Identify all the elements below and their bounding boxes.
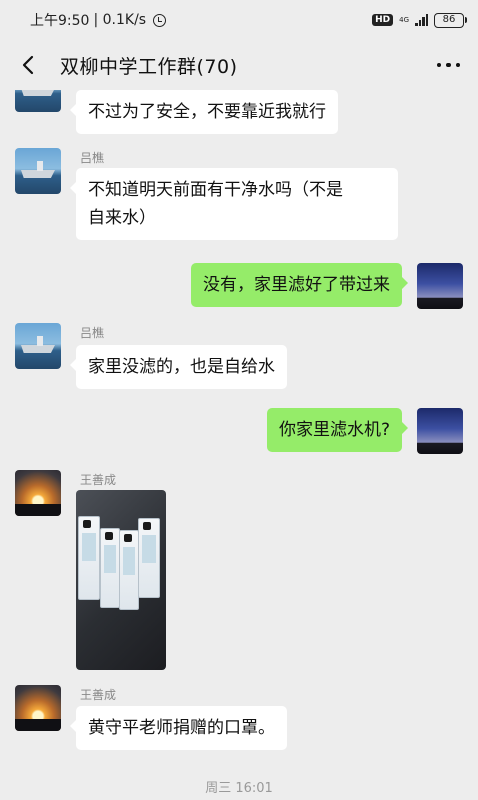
avatar[interactable]	[417, 408, 463, 454]
avatar[interactable]	[417, 263, 463, 309]
sender-name: 王善成	[80, 688, 117, 702]
sender-name: 吕樵	[80, 151, 105, 165]
avatar[interactable]	[15, 470, 61, 516]
battery-icon: 86	[434, 12, 467, 28]
timestamp-label: 周三 16:01	[205, 781, 273, 796]
mask-package-image	[138, 518, 160, 598]
avatar[interactable]	[15, 685, 61, 731]
signal-icon	[415, 14, 428, 26]
network-type: 4G	[399, 15, 409, 24]
network-speed: | 0.1K/s	[93, 12, 147, 28]
message-bubble[interactable]: 家里没滤的，也是自给水	[70, 345, 287, 389]
avatar[interactable]	[15, 90, 61, 112]
status-bar: 上午9:50 | 0.1K/s HD 4G 86	[0, 0, 478, 40]
avatar[interactable]	[15, 323, 61, 369]
message-line: 不知道明天前面有干净水吗（不是	[88, 180, 343, 200]
message-bubble[interactable]: 不过为了安全，不要靠近我就行	[70, 90, 338, 134]
message-bubble[interactable]: 黄守平老师捐赠的口罩。	[70, 706, 287, 750]
chat-header: 双柳中学工作群(70)	[0, 40, 478, 90]
mask-package-image	[119, 530, 139, 610]
message-bubble[interactable]: 没有，家里滤好了带过来	[191, 263, 408, 307]
image-message[interactable]	[76, 490, 166, 670]
chat-message-list[interactable]: 不过为了安全，不要靠近我就行 吕樵 不知道明天前面有干净水吗（不是 自来水） 没…	[0, 90, 478, 800]
alarm-icon	[153, 13, 167, 27]
more-options-icon[interactable]	[436, 62, 460, 68]
mask-package-image	[78, 516, 100, 600]
message-bubble[interactable]: 不知道明天前面有干净水吗（不是 自来水）	[70, 168, 398, 240]
status-time: 上午9:50	[30, 13, 90, 29]
message-line: 自来水）	[88, 208, 156, 228]
back-arrow-icon[interactable]	[18, 55, 38, 75]
hd-icon: HD	[372, 14, 394, 26]
chat-title: 双柳中学工作群(70)	[60, 55, 238, 78]
message-bubble[interactable]: 你家里滤水机?	[266, 408, 409, 452]
sender-name: 王善成	[80, 473, 117, 487]
mask-package-image	[100, 528, 120, 608]
sender-name: 吕樵	[80, 326, 105, 340]
avatar[interactable]	[15, 148, 61, 194]
